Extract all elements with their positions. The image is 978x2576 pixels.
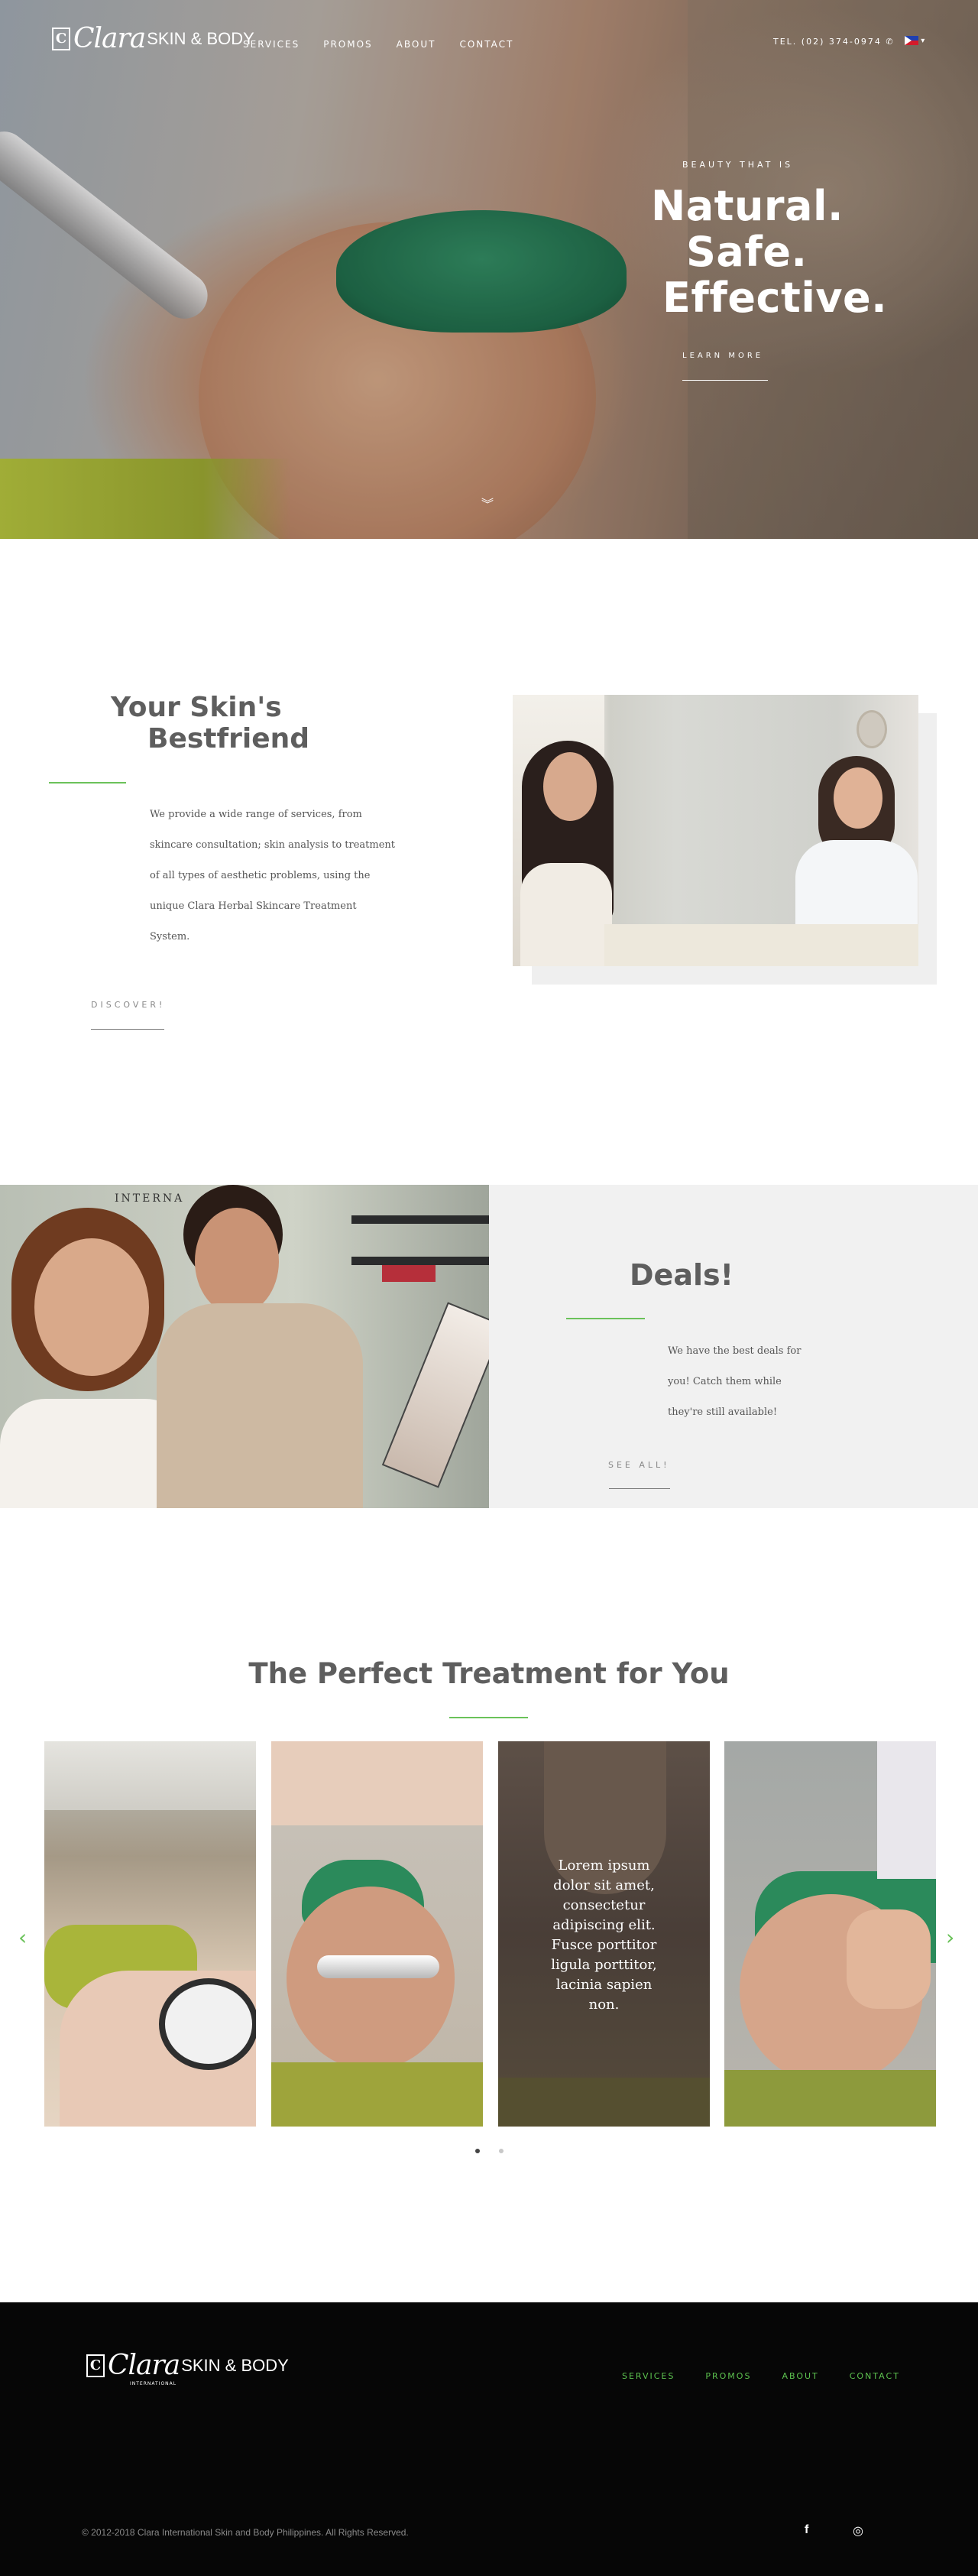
footer-logo-subtitle: SKIN & BODY [181, 2355, 289, 2375]
deals-title: Deals! [630, 1258, 734, 1292]
deals-description: We have the best deals for you! Catch th… [668, 1336, 866, 1428]
facebook-icon[interactable]: f [805, 2523, 808, 2537]
carousel-next-icon[interactable]: › [946, 1927, 954, 1948]
discover-link[interactable]: DISCOVER! [91, 1000, 165, 1010]
footer-logo-script: Clara [108, 2350, 180, 2381]
skin-title-line1: Your Skin's [111, 692, 282, 723]
learn-more-link[interactable]: LEARN MORE [682, 352, 763, 360]
hero-overlay [0, 0, 978, 539]
footer-logo-mark: C [86, 2354, 105, 2377]
logo-script: Clara [73, 23, 146, 54]
skin-title-accent [49, 782, 126, 784]
skin-description: We provide a wide range of services, fro… [150, 800, 402, 952]
footer-logo-tagline: INTERNATIONAL [130, 2381, 177, 2386]
deals-title-accent [566, 1318, 645, 1319]
nav-about[interactable]: ABOUT [397, 39, 436, 50]
treatments-title-accent [449, 1717, 528, 1718]
about-section: Your Skin's Bestfriend We provide a wide… [0, 539, 978, 1185]
skin-desc-line: of all types of aesthetic problems, usin… [150, 870, 371, 881]
skin-desc-line: System. [150, 931, 190, 942]
treatment-card-featured[interactable]: Lorem ipsum dolor sit amet, consectetur … [498, 1741, 710, 2127]
site-logo[interactable]: C Clara SKIN & BODY [52, 23, 254, 54]
photo-sign-text: INTERNA [115, 1192, 185, 1205]
copyright-text: © 2012-2018 Clara International Skin and… [82, 2527, 409, 2538]
deals-desc-line: We have the best deals for [668, 1345, 802, 1357]
logo-mark: C [52, 27, 70, 50]
deals-section: INTERNA Deals! We have the best deals fo… [0, 1185, 978, 1508]
footer-nav-about[interactable]: ABOUT [782, 2371, 818, 2381]
main-nav: SERVICES PROMOS ABOUT CONTACT [243, 36, 537, 50]
hero-line-effective: Effective. [662, 274, 888, 322]
clinic-consultation-photo [513, 695, 918, 966]
skin-desc-line: unique Clara Herbal Skincare Treatment [150, 900, 357, 912]
phone-number[interactable]: TEL. (02) 374-0974 ✆ [773, 37, 895, 47]
footer-nav-promos[interactable]: PROMOS [705, 2371, 751, 2381]
treatment-card[interactable] [44, 1741, 256, 2127]
chevron-down-icon: ▾ [921, 37, 925, 45]
discover-underline [91, 1029, 164, 1030]
treatment-card[interactable] [724, 1741, 936, 2127]
footer-nav-services[interactable]: SERVICES [622, 2371, 675, 2381]
skin-title-line2: Bestfriend [147, 723, 310, 754]
nav-promos[interactable]: PROMOS [323, 39, 372, 50]
treatment-overlay-text: Lorem ipsum dolor sit amet, consectetur … [551, 1857, 657, 2013]
nav-services[interactable]: SERVICES [243, 39, 300, 50]
skin-desc-line: We provide a wide range of services, fro… [150, 809, 362, 820]
carousel-prev-icon[interactable]: ‹ [18, 1927, 27, 1948]
site-footer: C Clara SKIN & BODY INTERNATIONAL SERVIC… [0, 2302, 978, 2576]
nav-contact[interactable]: CONTACT [459, 39, 513, 50]
carousel-dot-active[interactable] [475, 2149, 480, 2153]
hero-section: C Clara SKIN & BODY SERVICES PROMOS ABOUT C… [0, 0, 978, 539]
hero-line-safe: Safe. [686, 228, 808, 276]
footer-logo[interactable]: C Clara SKIN & BODY [86, 2350, 289, 2381]
treatments-section: The Perfect Treatment for You ‹ › Lorem … [0, 1508, 978, 2302]
footer-nav: SERVICES PROMOS ABOUT CONTACT [591, 2367, 900, 2382]
see-all-link[interactable]: SEE ALL! [608, 1460, 670, 1470]
learn-more-underline [682, 380, 768, 381]
language-selector[interactable]: ▾ [905, 36, 925, 45]
hero-line-natural: Natural. [651, 182, 844, 230]
deals-desc-line: you! Catch them while [668, 1376, 782, 1387]
see-all-underline [609, 1488, 670, 1489]
philippines-flag-icon [905, 36, 918, 45]
deals-photo: INTERNA [0, 1185, 489, 1508]
instagram-icon[interactable]: ◎ [853, 2523, 863, 2538]
hero-kicker: BEAUTY THAT IS [682, 160, 794, 170]
treatments-title: The Perfect Treatment for You [248, 1657, 730, 1690]
deals-desc-line: they're still available! [668, 1406, 778, 1418]
footer-nav-contact[interactable]: CONTACT [850, 2371, 900, 2381]
carousel-dot[interactable] [499, 2149, 504, 2153]
treatment-card[interactable] [271, 1741, 483, 2127]
skin-desc-line: skincare consultation; skin analysis to … [150, 839, 396, 851]
scroll-down-icon[interactable]: ︾ [481, 494, 494, 512]
logo-subtitle: SKIN & BODY [147, 28, 254, 48]
